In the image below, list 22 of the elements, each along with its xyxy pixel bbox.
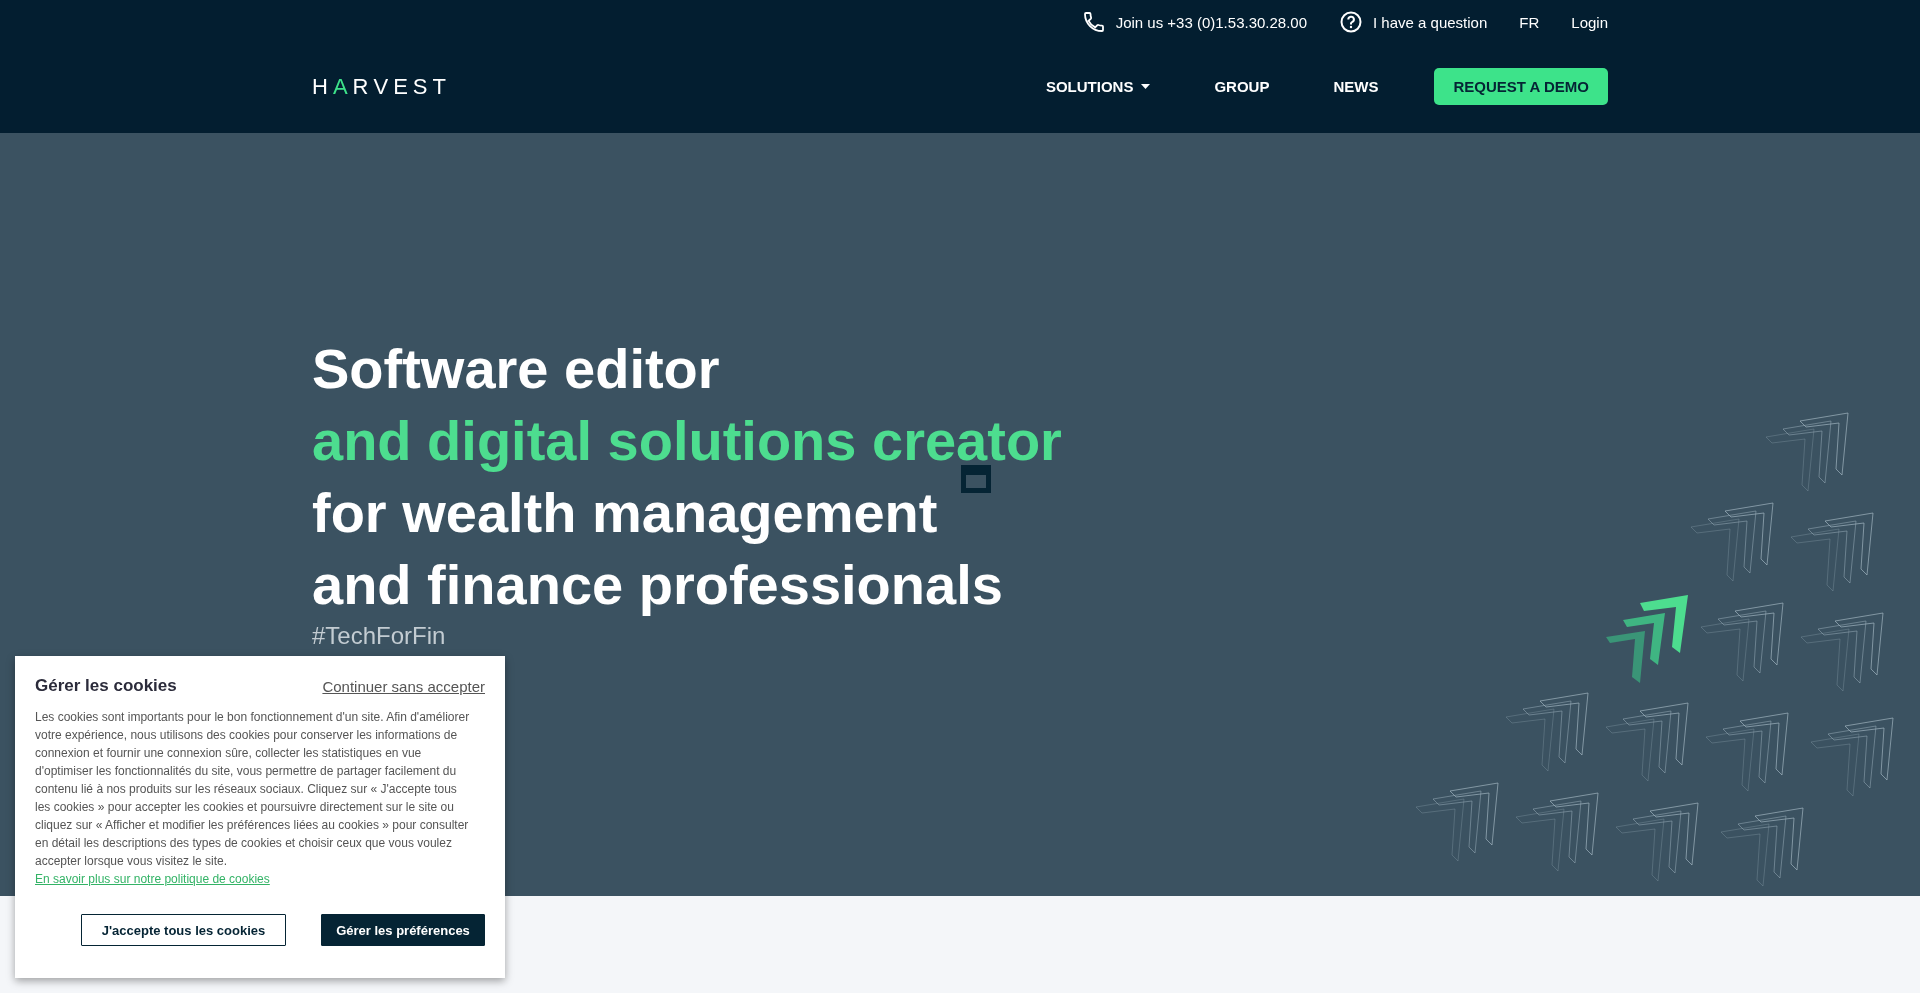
request-demo-button[interactable]: REQUEST A DEMO — [1434, 68, 1608, 105]
nav-link[interactable]: NEWS — [1333, 78, 1379, 95]
phone-icon — [1081, 10, 1106, 34]
top-link[interactable]: Join us +33 (0)1.53.30.28.00 — [1081, 10, 1308, 34]
preferences-button[interactable]: Gérer les préférences — [321, 914, 485, 946]
top-link[interactable]: I have a question — [1339, 10, 1488, 34]
caret-icon — [1141, 84, 1151, 89]
hero-heading-line: and finance professionals — [312, 552, 1003, 618]
top-link[interactable]: Login — [1571, 13, 1608, 31]
hero-heading-line: for wealth management — [312, 480, 938, 546]
accept-button[interactable]: J'accepte tous les cookies — [81, 914, 286, 946]
banner-title: Gérer les cookies — [35, 676, 177, 696]
hero-heading-line: and digital solutions creator — [312, 408, 1062, 474]
hero-heading-line: Software editor — [312, 336, 720, 402]
window-icon — [961, 465, 992, 493]
continue-link[interactable]: Continuer sans accepter — [322, 677, 485, 695]
top-link[interactable]: FR — [1519, 13, 1540, 31]
nav-link[interactable]: SOLUTIONS — [1045, 78, 1151, 95]
nav-link[interactable]: GROUP — [1214, 78, 1270, 95]
question-icon — [1339, 10, 1364, 34]
banner-text: Les cookies sont importants pour le bon fonctionnement d'un site. Afin d'améliorer votre expérience, nous utilisons des cookies pour conserver les informations de connexion et fournir une connexion sûre, collecter les statistiques en vue d'optimiser les fonctionnalités du site, vous permettre de partager facilement du contenu lié à nos produits sur les réseaux sociaux. Cliquez sur « J'accepte tous les cookies » pour accepter les cookies et poursuivre directement sur le site ou cliquez sur « Afficher et modifier les préférences liées au cookies » pour consulter en détail les descriptions des types de cookies et choisir ceux que vous voulez accepter lorsque vous visitez le site. — [35, 709, 471, 870]
hashtag: #TechForFin — [312, 621, 447, 651]
